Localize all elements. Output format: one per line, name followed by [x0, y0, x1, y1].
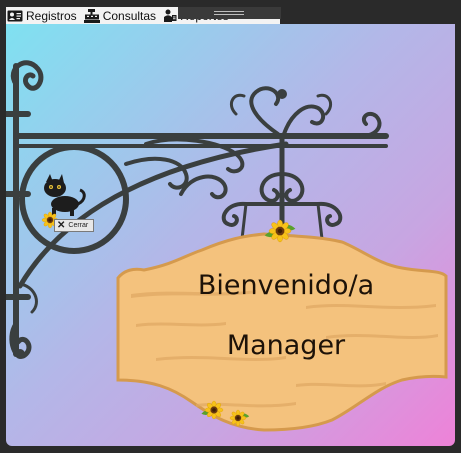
- menu-item-consultas[interactable]: Consultas: [83, 7, 157, 24]
- app-window: Registros Consultas Reportes: [0, 0, 461, 453]
- report-person-icon: [164, 9, 177, 22]
- close-button[interactable]: ✕ Cerrar: [54, 219, 94, 232]
- close-icon: ✕: [57, 219, 66, 231]
- menu-label-registros: Registros: [26, 8, 77, 23]
- close-button-label: Cerrar: [68, 222, 89, 229]
- black-cat-icon: [44, 174, 86, 216]
- welcome-heading: Bienvenido/a: [197, 270, 375, 301]
- user-role-label: Manager: [226, 330, 346, 361]
- grip-line: [214, 11, 244, 12]
- drag-handle[interactable]: [178, 7, 281, 19]
- cash-register-icon: [83, 8, 100, 23]
- menu-item-registros[interactable]: Registros: [7, 7, 77, 24]
- grip-line: [214, 14, 244, 15]
- welcome-canvas: Bienvenido/a Manager ✕ Cerrar: [6, 24, 455, 446]
- hanging-sign-illustration: [6, 60, 448, 432]
- contact-card-icon: [7, 10, 23, 21]
- menu-label-consultas: Consultas: [102, 8, 157, 23]
